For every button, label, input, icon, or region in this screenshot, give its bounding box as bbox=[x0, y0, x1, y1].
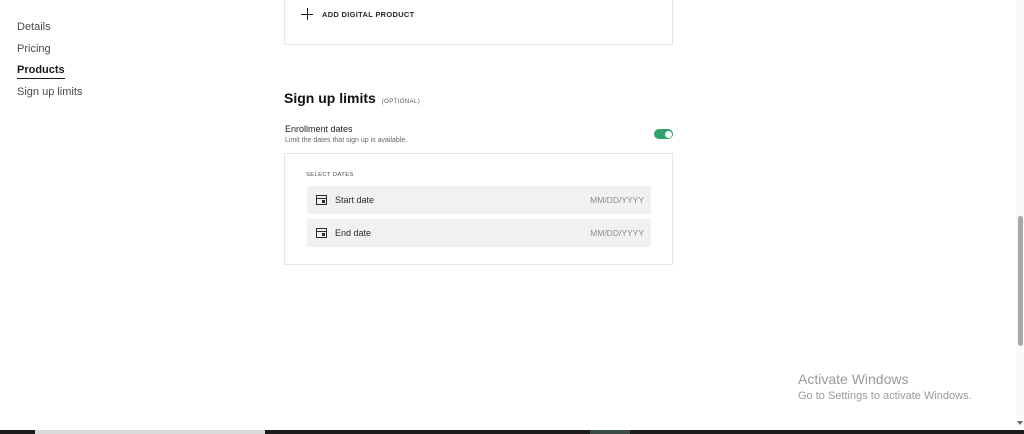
start-date-input[interactable]: Start date MM/DD/YYYY bbox=[307, 186, 651, 214]
select-dates-card: SELECT DATES Start date MM/DD/YYYY End d… bbox=[284, 153, 673, 265]
sidebar-item-label: Sign up limits bbox=[17, 85, 83, 98]
calendar-icon bbox=[316, 228, 327, 238]
vertical-scrollbar[interactable] bbox=[1016, 0, 1024, 426]
scroll-down-icon[interactable] bbox=[1017, 421, 1023, 425]
select-dates-label: SELECT DATES bbox=[306, 172, 354, 178]
sidebar-item-sign-up-limits[interactable]: Sign up limits bbox=[17, 85, 82, 107]
add-digital-product-button[interactable]: ADD DIGITAL PRODUCT bbox=[301, 8, 415, 20]
enrollment-dates-toggle[interactable] bbox=[654, 129, 673, 139]
optional-tag: (OPTIONAL) bbox=[381, 99, 421, 105]
sign-up-limits-heading: Sign up limits bbox=[284, 90, 376, 106]
end-date-placeholder: MM/DD/YYYY bbox=[590, 228, 644, 238]
start-date-label: Start date bbox=[335, 195, 375, 205]
toggle-knob bbox=[664, 130, 672, 138]
sidebar-item-label: Pricing bbox=[17, 42, 51, 55]
taskbar-segment bbox=[35, 430, 265, 434]
digital-product-card: ADD DIGITAL PRODUCT bbox=[284, 0, 673, 45]
taskbar bbox=[0, 430, 1024, 434]
add-digital-product-label: ADD DIGITAL PRODUCT bbox=[322, 9, 415, 19]
watermark-subtitle: Go to Settings to activate Windows. bbox=[798, 390, 972, 402]
sidebar-item-details[interactable]: Details bbox=[17, 20, 82, 42]
enrollment-dates-description: Limit the dates that sign up is availabl… bbox=[285, 137, 408, 144]
watermark-title: Activate Windows bbox=[798, 371, 909, 387]
section-title: Sign up limits (OPTIONAL) bbox=[284, 90, 420, 106]
taskbar-segment bbox=[590, 430, 630, 434]
side-nav: Details Pricing Products Sign up limits bbox=[17, 20, 82, 106]
end-date-input[interactable]: End date MM/DD/YYYY bbox=[307, 219, 651, 247]
scrollbar-thumb[interactable] bbox=[1017, 216, 1023, 346]
sidebar-item-products[interactable]: Products bbox=[17, 63, 82, 85]
activate-windows-watermark: Activate Windows Go to Settings to activ… bbox=[798, 371, 972, 402]
sidebar-item-label: Products bbox=[17, 64, 65, 79]
end-date-label: End date bbox=[335, 228, 372, 238]
calendar-icon bbox=[316, 195, 327, 205]
start-date-placeholder: MM/DD/YYYY bbox=[590, 195, 644, 205]
enrollment-dates-label: Enrollment dates bbox=[285, 124, 353, 134]
sidebar-item-pricing[interactable]: Pricing bbox=[17, 42, 82, 64]
sidebar-item-label: Details bbox=[17, 21, 51, 33]
plus-icon bbox=[301, 8, 313, 20]
